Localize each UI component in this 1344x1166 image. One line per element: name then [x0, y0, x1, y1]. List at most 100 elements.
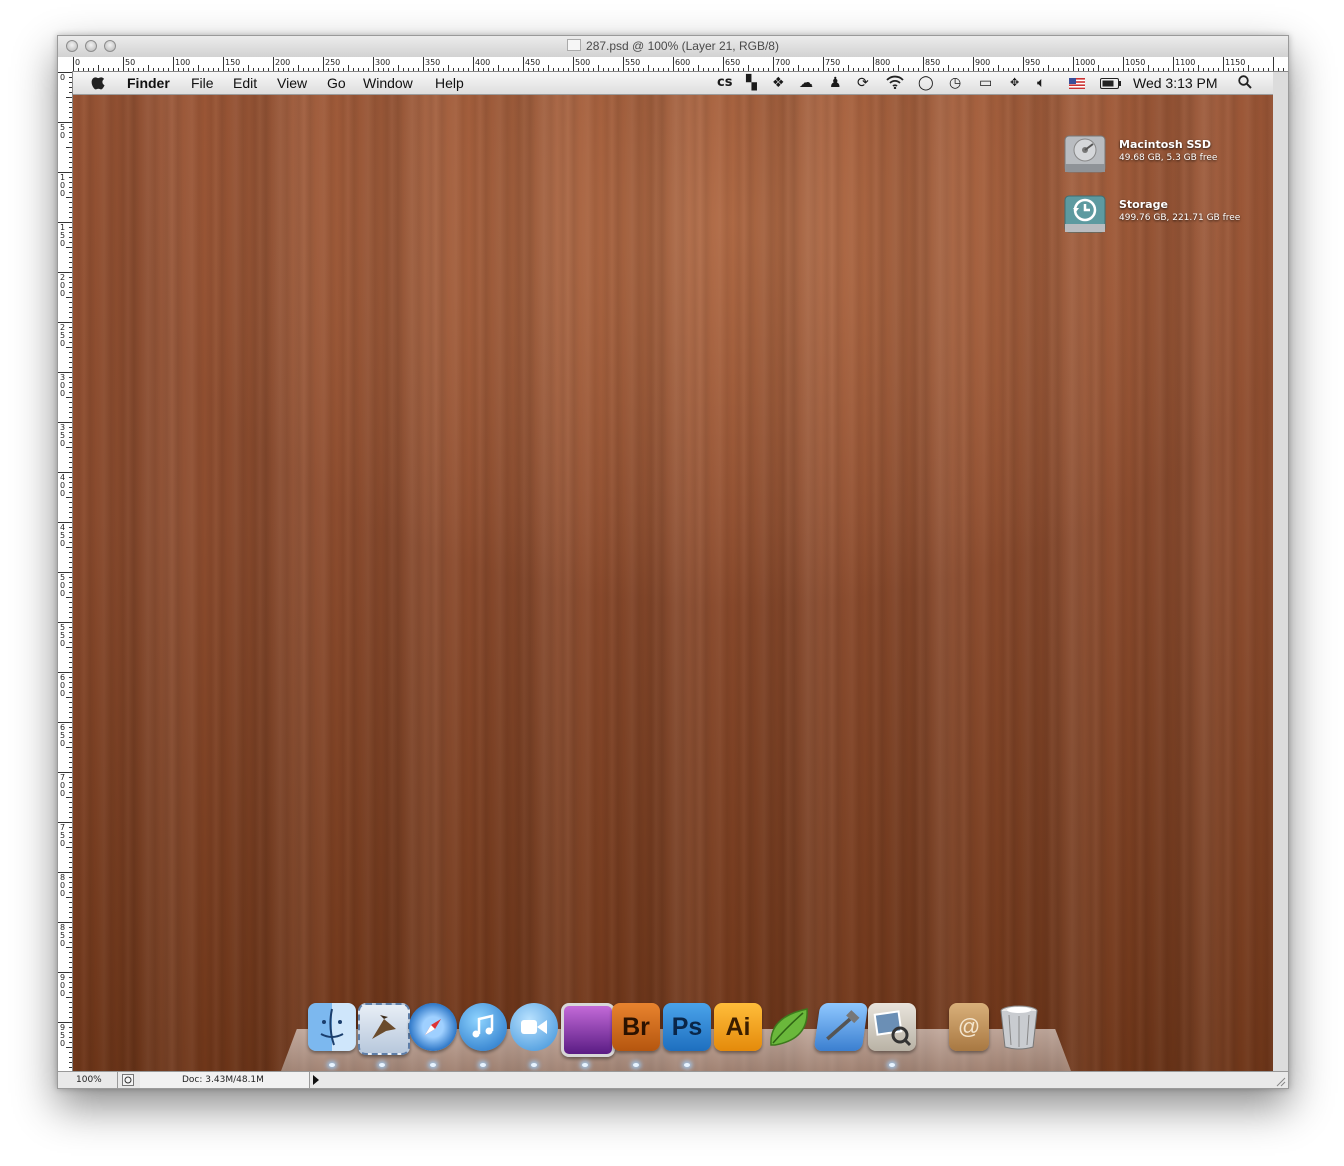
document-statusbar: 100% Doc: 3.43M/48.1M	[58, 1071, 1288, 1088]
battery-icon[interactable]	[1100, 77, 1122, 93]
dock-running-indicator	[379, 1063, 385, 1067]
ruler-label: 200	[275, 58, 290, 67]
cloud-icon[interactable]: ☁	[799, 75, 813, 91]
ruler-label: 0	[60, 539, 65, 548]
menubar-clock[interactable]: Wed 3:13 PM	[1133, 75, 1218, 91]
window-title: 287.psd @ 100% (Layer 21, RGB/8)	[58, 39, 1288, 53]
ruler-label: 1100	[1175, 58, 1195, 67]
menu-go[interactable]: Go	[327, 75, 346, 91]
resize-grip-icon[interactable]	[1274, 1075, 1286, 1087]
sync-icon[interactable]: ⟳	[857, 75, 869, 91]
drive-macintosh-ssd[interactable]: Macintosh SSD 49.68 GB, 5.3 GB free	[1063, 132, 1243, 178]
photoshop-document-window: 287.psd @ 100% (Layer 21, RGB/8) 0 50 100 1…	[57, 35, 1289, 1089]
ruler-label: 0	[60, 639, 65, 648]
zoom-level-field[interactable]: 100%	[58, 1072, 118, 1088]
trash-icon[interactable]	[995, 1003, 1043, 1051]
ruler-label: 0	[60, 289, 65, 298]
user-icon[interactable]: ♟	[829, 75, 842, 91]
ruler-label: 150	[225, 58, 240, 67]
ruler-label: 0	[60, 73, 65, 82]
ruler-label: 0	[60, 339, 65, 348]
window-title-text: 287.psd @ 100% (Layer 21, RGB/8)	[586, 39, 779, 53]
ruler-label: 450	[525, 58, 540, 67]
mac-menubar: Finder File Edit View Go Window Help cs …	[73, 72, 1273, 95]
status-menu-arrow-icon[interactable]	[312, 1075, 320, 1088]
display-icon[interactable]: ▭	[979, 75, 992, 91]
menu-file[interactable]: File	[191, 75, 214, 91]
ruler-label: 0	[60, 131, 65, 140]
safari-icon[interactable]	[409, 1003, 457, 1051]
ruler-label: 0	[60, 939, 65, 948]
menu-help[interactable]: Help	[435, 75, 464, 91]
apple-menu-icon[interactable]	[91, 73, 106, 93]
illustrator-icon[interactable]: Ai	[714, 1003, 762, 1051]
photoshop-icon[interactable]: Ps	[663, 1003, 711, 1051]
menu-view[interactable]: View	[277, 75, 307, 91]
ruler-label: 850	[925, 58, 940, 67]
ruler-label: 0	[60, 239, 65, 248]
dock-running-indicator	[531, 1063, 537, 1067]
dock-running-indicator	[684, 1063, 690, 1067]
facetime-icon[interactable]	[510, 1003, 558, 1051]
spotlight-icon[interactable]	[1238, 75, 1252, 93]
dock-running-indicator	[633, 1063, 639, 1067]
ruler-label: 0	[60, 589, 65, 598]
address-book-icon[interactable]: @	[949, 1003, 989, 1051]
ruler-label: 0	[60, 789, 65, 798]
document-icon	[567, 39, 582, 51]
wifi-icon[interactable]	[886, 75, 904, 93]
vertical-ruler[interactable]: 0501001502002503003504004505005506006507…	[58, 71, 73, 1071]
document-size-info: Doc: 3.43M/48.1M	[140, 1072, 310, 1088]
menu-window[interactable]: Window	[363, 75, 413, 91]
dock-running-indicator	[889, 1063, 895, 1067]
ruler-label: 650	[725, 58, 740, 67]
time-machine-icon[interactable]: ◷	[949, 75, 961, 91]
document-canvas[interactable]: Finder File Edit View Go Window Help cs …	[73, 72, 1273, 1071]
ruler-label: 0	[60, 489, 65, 498]
notes-icon[interactable]: ▚	[746, 75, 757, 91]
ruler-label: 0	[60, 689, 65, 698]
dock-running-indicator	[480, 1063, 486, 1067]
coda-icon[interactable]	[765, 1003, 813, 1051]
dock-running-indicator	[430, 1063, 436, 1067]
menu-app-name[interactable]: Finder	[127, 75, 170, 91]
window-titlebar[interactable]: 287.psd @ 100% (Layer 21, RGB/8)	[58, 36, 1288, 58]
horizontal-ruler-ticks: 0 50 100 150 200 250 300 350 400 450 500 550 600 650 7…	[73, 57, 1284, 71]
ruler-label: 0	[60, 389, 65, 398]
dock-running-indicator	[582, 1063, 588, 1067]
ruler-label: 0	[60, 889, 65, 898]
ruler-label: 700	[775, 58, 790, 67]
ruler-label: 950	[1025, 58, 1040, 67]
ruler-label: 1000	[1075, 58, 1095, 67]
ruler-label: 1150	[1225, 58, 1245, 67]
volume-icon[interactable]: 🔈︎	[1037, 75, 1045, 91]
xcode-icon[interactable]	[813, 1003, 869, 1051]
bridge-icon[interactable]: Br	[612, 1003, 660, 1051]
lastfm-icon[interactable]: cs	[717, 75, 732, 91]
flag-us-icon[interactable]	[1069, 77, 1085, 93]
drive-name: Macintosh SSD	[1119, 138, 1211, 151]
ruler-label: 0	[60, 1039, 65, 1048]
preview-icon[interactable]	[868, 1003, 916, 1051]
ruler-label: 50	[125, 58, 135, 67]
finder-icon[interactable]	[308, 1003, 356, 1051]
move-icon[interactable]: ✥	[1010, 75, 1019, 91]
menu-edit[interactable]: Edit	[233, 75, 257, 91]
horizontal-ruler[interactable]: 0 50 100 150 200 250 300 350 400 450 500 550 600 650 7…	[58, 57, 1288, 72]
dropbox-icon[interactable]: ❖	[772, 75, 785, 91]
drive-storage[interactable]: Storage 499.76 GB, 221.71 GB free	[1063, 192, 1243, 238]
ruler-label: 350	[425, 58, 440, 67]
hard-drive-icon	[1063, 132, 1106, 176]
mail-icon[interactable]	[358, 1003, 410, 1055]
ruler-label: 900	[975, 58, 990, 67]
itunes-icon[interactable]	[459, 1003, 507, 1051]
drive-info: 49.68 GB, 5.3 GB free	[1119, 153, 1218, 163]
purple-app-icon[interactable]	[561, 1003, 615, 1057]
drive-name: Storage	[1119, 198, 1168, 211]
ruler-label: 0	[60, 989, 65, 998]
chat-icon[interactable]: ◯	[918, 75, 934, 91]
ruler-label: 250	[325, 58, 340, 67]
status-options-icon[interactable]	[122, 1074, 134, 1088]
ruler-label: 600	[675, 58, 690, 67]
ruler-label: 0	[60, 439, 65, 448]
